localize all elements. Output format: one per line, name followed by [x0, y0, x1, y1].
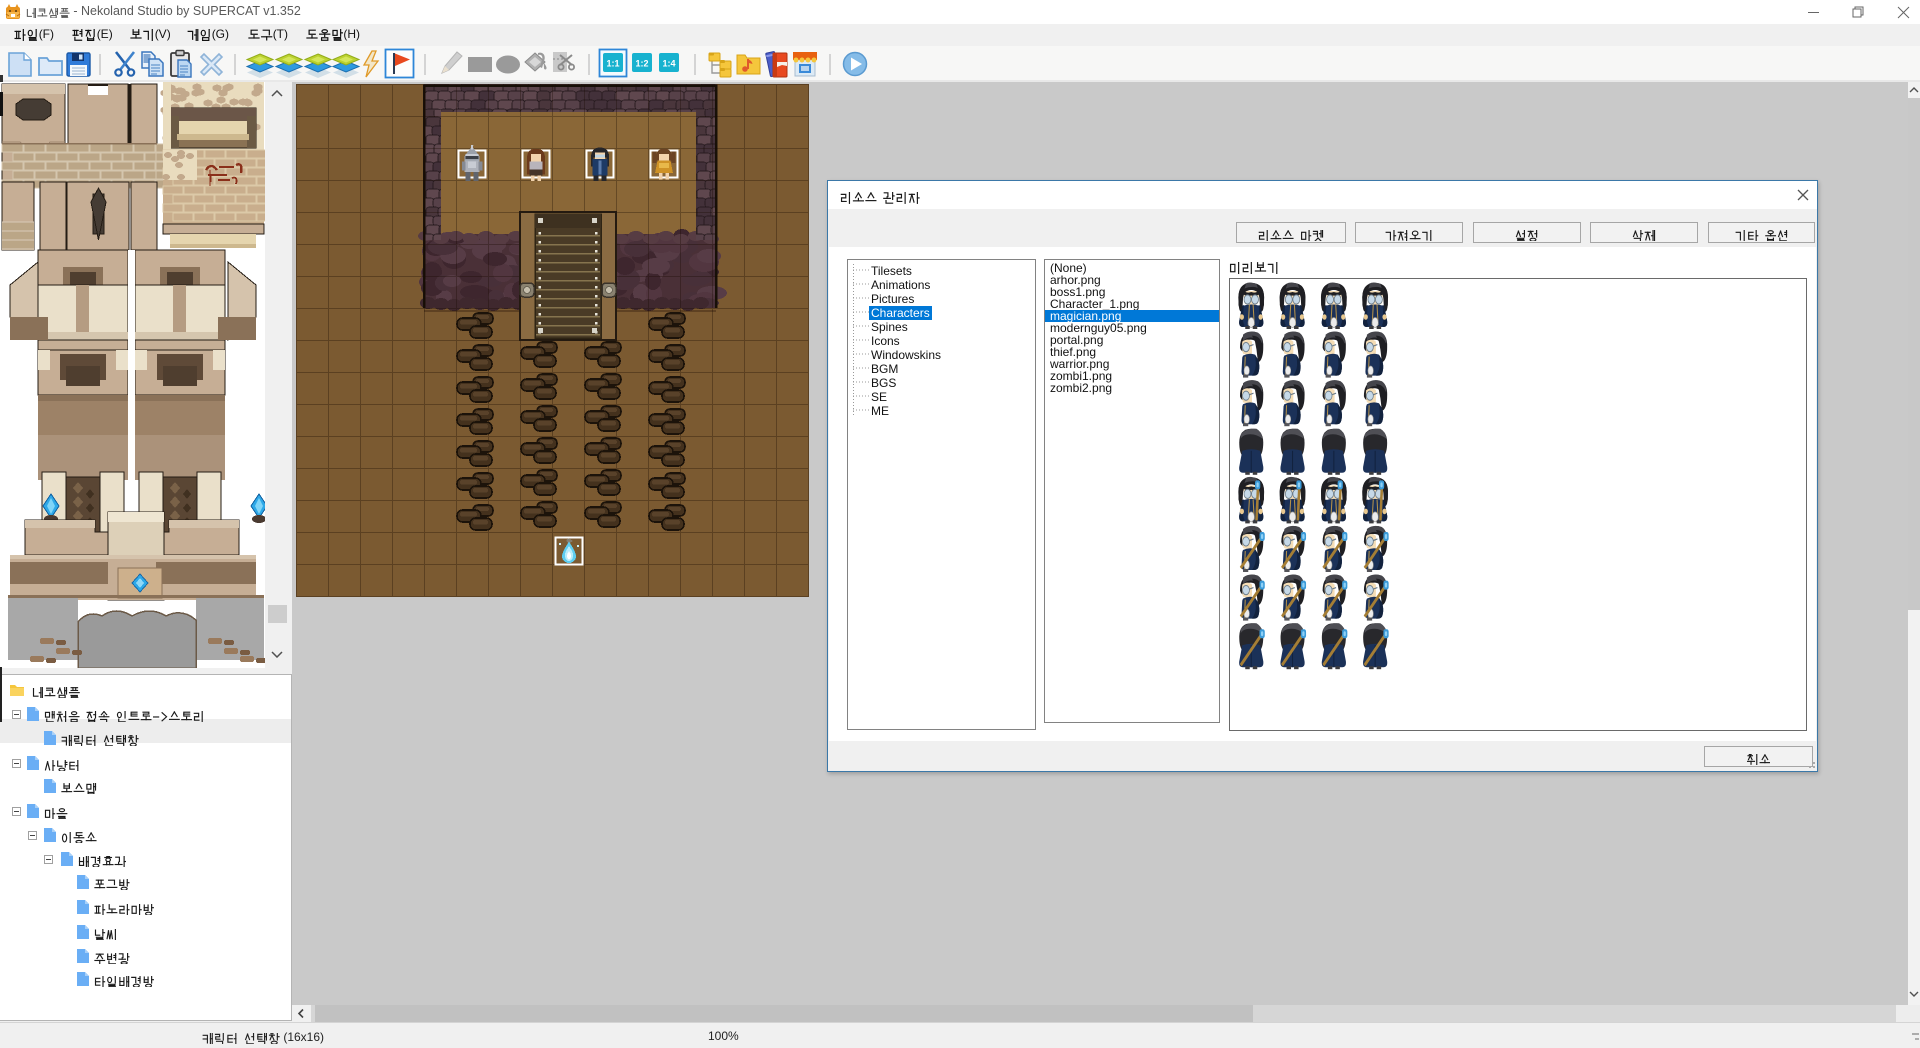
svg-text:1:4: 1:4	[662, 59, 675, 69]
svg-text:1:1: 1:1	[606, 59, 619, 69]
svg-text:1:2: 1:2	[635, 59, 648, 69]
